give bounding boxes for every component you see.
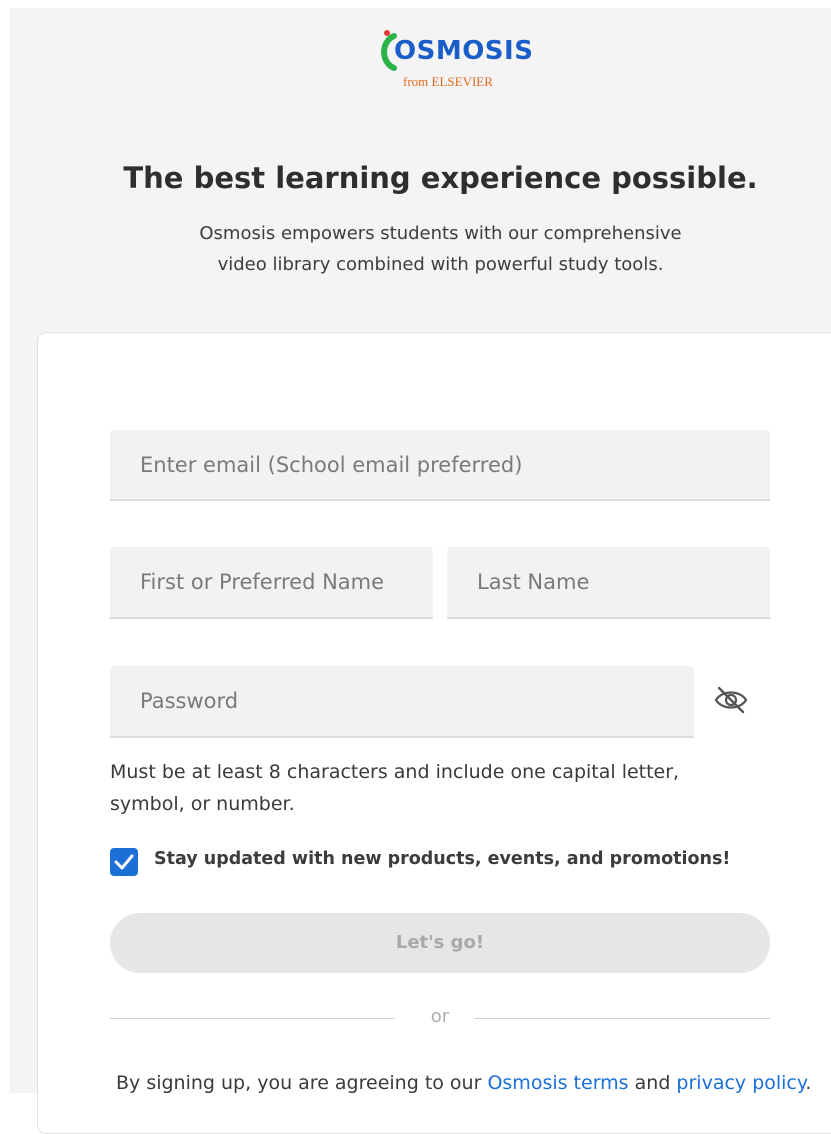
divider-line-right (474, 1018, 770, 1019)
password-field[interactable] (110, 666, 694, 738)
legal-middle: and (628, 1072, 677, 1094)
password-hint-line-2: symbol, or number. (110, 793, 295, 815)
legal-notice: By signing up, you are agreeing to our O… (116, 1072, 811, 1094)
email-field[interactable] (110, 430, 770, 501)
osmosis-terms-link[interactable]: Osmosis terms (487, 1072, 628, 1094)
divider-line-left (110, 1018, 395, 1019)
password-hint-line-1: Must be at least 8 characters and includ… (110, 761, 680, 783)
legal-prefix: By signing up, you are agreeing to our (116, 1072, 488, 1094)
legal-suffix: . (805, 1072, 812, 1094)
password-hint: Must be at least 8 characters and includ… (110, 756, 770, 820)
lets-go-button[interactable]: Let's go! (110, 913, 770, 973)
privacy-policy-link[interactable]: privacy policy (676, 1072, 805, 1094)
subtitle-line-2: video library combined with powerful stu… (217, 254, 664, 275)
subtitle-line-1: Osmosis empowers students with our compr… (199, 223, 682, 244)
checkmark-icon (114, 854, 134, 870)
last-name-field[interactable] (447, 547, 770, 619)
updates-checkbox-label[interactable]: Stay updated with new products, events, … (154, 849, 730, 869)
brand-tagline: from ELSEVIER (403, 74, 493, 89)
first-name-field[interactable] (110, 547, 433, 619)
page-title: The best learning experience possible. (123, 161, 758, 195)
osmosis-logo[interactable]: OSMOSIS from ELSEVIER (374, 26, 533, 90)
eye-off-icon[interactable] (712, 684, 750, 716)
updates-checkbox[interactable] (110, 848, 138, 876)
divider-or-label: or (430, 1006, 450, 1027)
brand-name: OSMOSIS (394, 36, 534, 66)
page-subtitle: Osmosis empowers students with our compr… (0, 218, 831, 280)
